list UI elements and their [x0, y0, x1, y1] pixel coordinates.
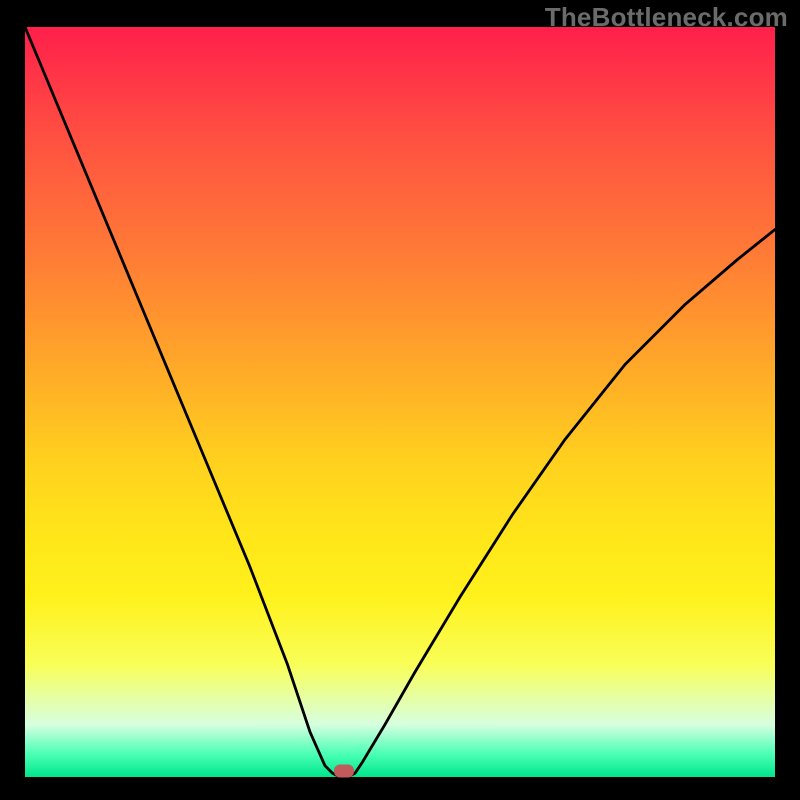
- bottleneck-curve: [25, 27, 775, 777]
- curve-svg: [25, 27, 775, 777]
- watermark-text: TheBottleneck.com: [545, 2, 788, 33]
- minimum-marker: [334, 765, 354, 778]
- chart-frame: TheBottleneck.com: [0, 0, 800, 800]
- plot-area: [25, 27, 775, 777]
